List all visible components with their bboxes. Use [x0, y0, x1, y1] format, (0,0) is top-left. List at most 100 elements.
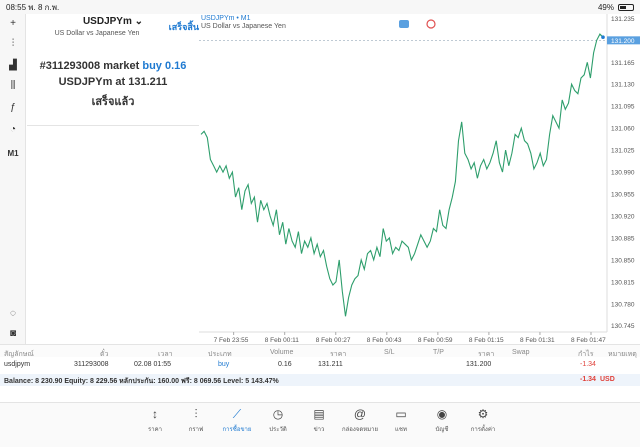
battery-percent: 49%: [597, 2, 614, 12]
panel-background: [27, 126, 199, 344]
candle-icon[interactable]: ⫶: [6, 36, 20, 50]
tab-icon: ▭: [395, 407, 407, 421]
tab-2[interactable]: ⫶ กราฟ: [176, 407, 216, 434]
col-sl: S/L: [384, 349, 395, 356]
record-icon[interactable]: ◙: [6, 326, 20, 340]
chart-type-icon[interactable]: ▟: [6, 58, 20, 72]
chevron-down-icon: ⌄: [134, 16, 144, 27]
y-tick-label: 130.885: [611, 235, 635, 242]
row-type: buy: [218, 361, 230, 368]
bottom-tab-bar: ↕ ราคา ⫶ กราฟ ⟋ การซื้อขาย ◷ ประวัติ ▤ ข่าว @ กล่อง…: [0, 402, 640, 447]
profit-currency: USD: [600, 376, 615, 383]
status-time: 08:55: [6, 2, 27, 12]
battery-icon: [618, 3, 634, 11]
y-tick-label: 131.130: [611, 82, 635, 89]
tab-label: กล่องจดหมาย: [341, 427, 379, 433]
order-price-line: USDJPYm at 131.211: [27, 76, 199, 88]
order-price-label: USDJPYm at: [58, 76, 126, 88]
current-price-label: 131.200: [611, 38, 635, 45]
row-volume: 0.16: [278, 361, 292, 368]
status-date: พ. 8 ก.พ.: [28, 2, 60, 12]
y-tick-label: 130.920: [611, 213, 635, 220]
tab-label: บัญชี: [435, 427, 449, 433]
tab-3[interactable]: ⟋ การซื้อขาย: [217, 407, 257, 434]
order-result-panel: USDJPYm ⌄ US Dollar vs Japanese Yen เสร็…: [27, 14, 199, 126]
tab-label: การตั้งค่า: [470, 427, 496, 433]
tab-label: ประวัติ: [269, 427, 287, 433]
tab-7[interactable]: ▭ แชท: [381, 407, 421, 434]
tab-1[interactable]: ↕ ราคา: [135, 407, 175, 434]
done-button[interactable]: เสร็จสิ้น: [169, 20, 199, 34]
tab-icon: ▤: [313, 407, 325, 421]
table-row[interactable]: usdjpym 311293008 02.08 01:55 buy 0.16 1…: [0, 357, 640, 373]
chart-svg[interactable]: 131.235 131.200 131.165 131.130 131.095 131.0…: [199, 14, 640, 344]
balance-bar: Balance: 8 230.90 Equity: 8 229.56 หลักป…: [0, 374, 640, 386]
tab-6[interactable]: @ กล่องจดหมาย: [340, 407, 380, 434]
y-tick-label: 131.165: [611, 60, 635, 67]
tab-4[interactable]: ◷ ประวัติ: [258, 407, 298, 434]
y-tick-label: 131.235: [611, 16, 635, 23]
status-right: 49%: [598, 3, 634, 12]
timeframe-label[interactable]: M1: [6, 146, 20, 160]
tab-icon: ⚙: [477, 407, 489, 421]
x-tick-label: 8 Feb 01:15: [469, 337, 504, 344]
total-profit: -1.34: [580, 376, 596, 383]
y-tick-label: 130.745: [611, 323, 635, 330]
function-icon[interactable]: ƒ: [6, 100, 20, 114]
order-summary: #311293008 market buy 0.16: [27, 60, 199, 72]
order-side: buy: [142, 60, 162, 72]
symbol-description: US Dollar vs Japanese Yen: [54, 30, 140, 37]
x-tick-label: 8 Feb 00:11: [265, 337, 300, 344]
price-chart[interactable]: 131.235 131.200 131.165 131.130 131.095 131.0…: [199, 14, 640, 344]
tab-label: กราฟ: [188, 427, 204, 433]
y-tick-label: 131.095: [611, 104, 635, 111]
tab-8[interactable]: ◉ บัญชี: [422, 407, 462, 434]
tab-label: ราคา: [148, 427, 162, 433]
indicator-icon[interactable]: ⫼: [6, 78, 20, 92]
x-tick-label: 8 Feb 00:59: [418, 337, 453, 344]
col-volume: Volume: [270, 349, 294, 356]
chart-mode-button[interactable]: [399, 20, 409, 28]
y-tick-label: 131.025: [611, 148, 635, 155]
tab-5[interactable]: ▤ ข่าว: [299, 407, 339, 434]
chart-background: [199, 14, 640, 344]
y-tick-label: 130.990: [611, 170, 635, 177]
tab-icon: ⫶: [194, 407, 198, 421]
positions-header: สัญลักษณ์ ตั๋ว เวลา ประเภท Volume ราคา S…: [0, 344, 640, 358]
objects-icon[interactable]: ◔: [6, 122, 20, 136]
last-price-marker: [601, 35, 605, 40]
y-tick-label: 130.780: [611, 301, 635, 308]
y-tick-label: 130.815: [611, 279, 635, 286]
order-volume: 0.16: [164, 60, 187, 72]
balance-text: Balance: 8 230.90 Equity: 8 229.56 หลักป…: [4, 378, 279, 385]
status-bar: 08:55 พ. 8 ก.พ. 49%: [0, 0, 640, 14]
x-tick-label: 8 Feb 01:47: [571, 337, 606, 344]
tab-label: แชท: [395, 427, 407, 433]
tab-label: การซื้อขาย: [222, 427, 252, 433]
order-status: เสร็จแล้ว: [91, 96, 135, 108]
col-swap: Swap: [512, 349, 530, 356]
tab-icon: ↕: [152, 407, 158, 421]
symbol-name: USDJPYm: [82, 16, 132, 27]
x-tick-label: 7 Feb 23:55: [214, 337, 249, 344]
x-tick-label: 8 Feb 01:31: [520, 337, 555, 344]
order-price: 131.211: [128, 76, 168, 88]
x-tick-label: 8 Feb 00:27: [316, 337, 351, 344]
chart-subtitle: US Dollar vs Japanese Yen: [201, 23, 286, 30]
y-tick-label: 131.060: [611, 126, 635, 133]
order-id: #311293008: [39, 60, 101, 72]
tab-9[interactable]: ⚙ การตั้งค่า: [463, 407, 503, 434]
y-tick-label: 130.955: [611, 192, 635, 199]
status-time-date: 08:55 พ. 8 ก.พ.: [6, 1, 59, 14]
crosshair-icon[interactable]: +: [6, 16, 20, 30]
tab-icon: @: [353, 407, 367, 421]
tab-icon: ⟋: [232, 407, 242, 421]
chat-icon[interactable]: ◌: [6, 306, 20, 320]
order-type: market: [103, 60, 140, 72]
row-symbol: usdjpym: [4, 361, 31, 368]
tab-icon: ◷: [272, 407, 284, 421]
chart-title: USDJPYm • M1: [201, 15, 251, 22]
y-tick-label: 130.850: [611, 257, 635, 264]
row-current: 131.200: [466, 361, 492, 368]
battery-fill: [620, 5, 626, 9]
